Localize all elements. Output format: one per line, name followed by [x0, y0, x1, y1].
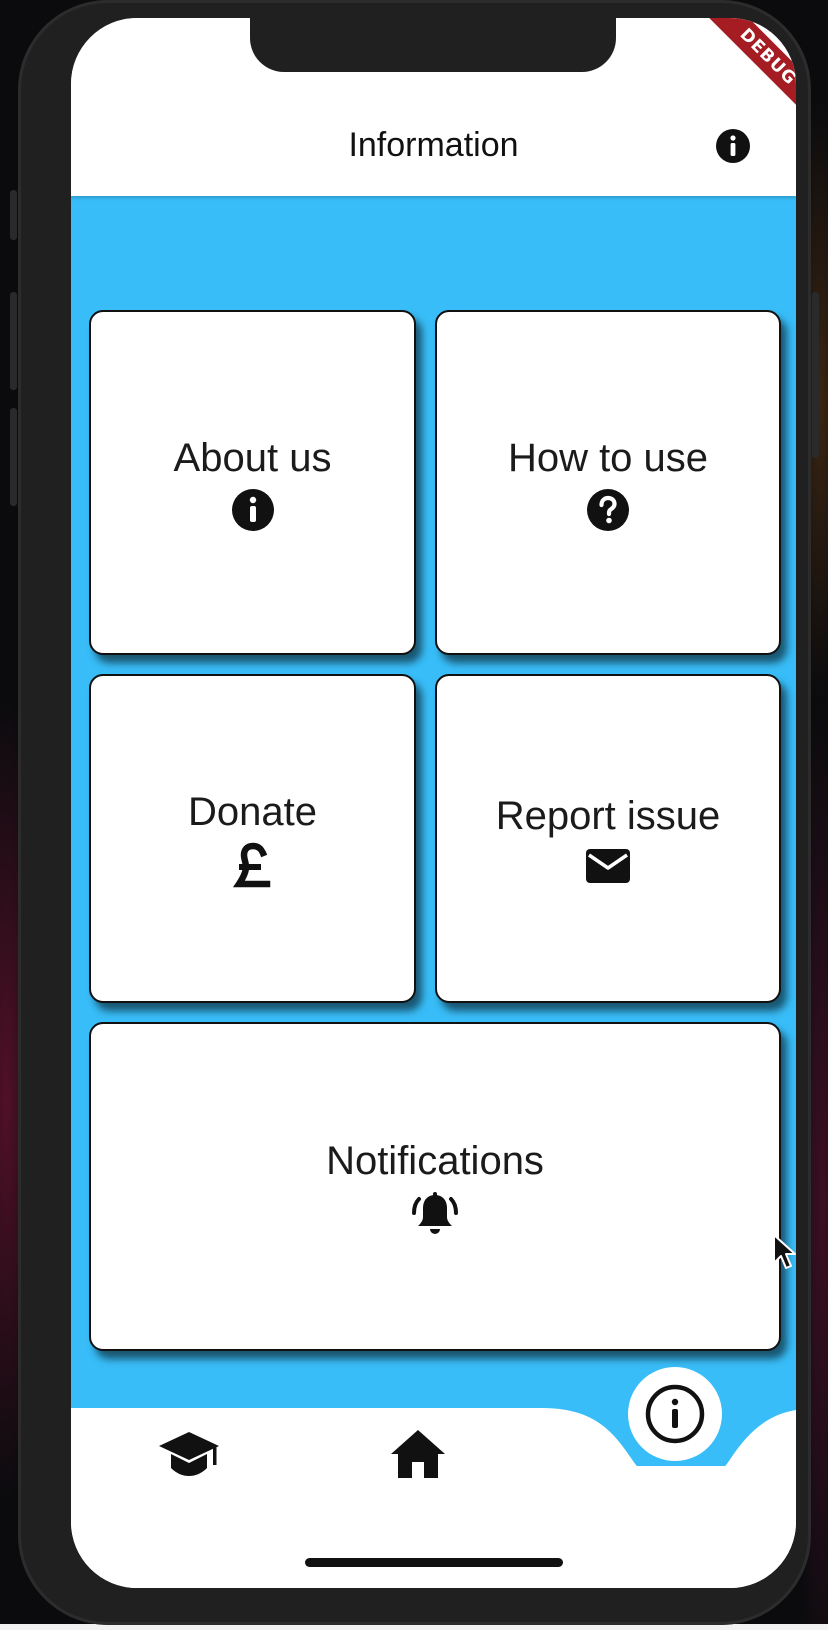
- donate-card[interactable]: Donate: [89, 674, 416, 1003]
- home-indicator: [305, 1558, 563, 1567]
- how-to-use-card[interactable]: How to use: [435, 310, 781, 655]
- home-icon[interactable]: [389, 1428, 447, 1480]
- volume-down-button: [10, 408, 17, 506]
- about-us-label: About us: [173, 435, 332, 480]
- power-button: [812, 292, 819, 458]
- info-circle-icon: [231, 488, 274, 531]
- report-issue-card[interactable]: Report issue: [435, 674, 781, 1003]
- notifications-label: Notifications: [326, 1138, 544, 1183]
- phone-screen: Information DEBUG About us How to use Do…: [71, 18, 796, 1588]
- mute-switch: [10, 190, 17, 240]
- bell-ringing-icon: [412, 1191, 458, 1234]
- volume-up-button: [10, 292, 17, 390]
- question-circle-icon: [587, 488, 629, 531]
- camera-notch: [250, 18, 616, 72]
- report-issue-label: Report issue: [495, 793, 721, 838]
- info-grid: About us How to use Donate Report issue …: [71, 196, 796, 1466]
- page-title: Information: [348, 126, 519, 164]
- info-outline-icon: [645, 1384, 705, 1444]
- pound-sign-icon: [232, 842, 270, 887]
- notifications-card[interactable]: Notifications: [89, 1022, 781, 1351]
- donate-label: Donate: [188, 789, 317, 834]
- how-to-use-label: How to use: [507, 435, 709, 480]
- info-circle-icon[interactable]: [715, 128, 751, 164]
- mouse-cursor-icon: [773, 1234, 796, 1269]
- about-us-card[interactable]: About us: [89, 310, 416, 655]
- envelope-icon: [586, 848, 630, 883]
- graduation-cap-icon[interactable]: [157, 1430, 221, 1480]
- active-nav-button[interactable]: [628, 1367, 722, 1461]
- phone-frame: Information DEBUG About us How to use Do…: [10, 0, 819, 1625]
